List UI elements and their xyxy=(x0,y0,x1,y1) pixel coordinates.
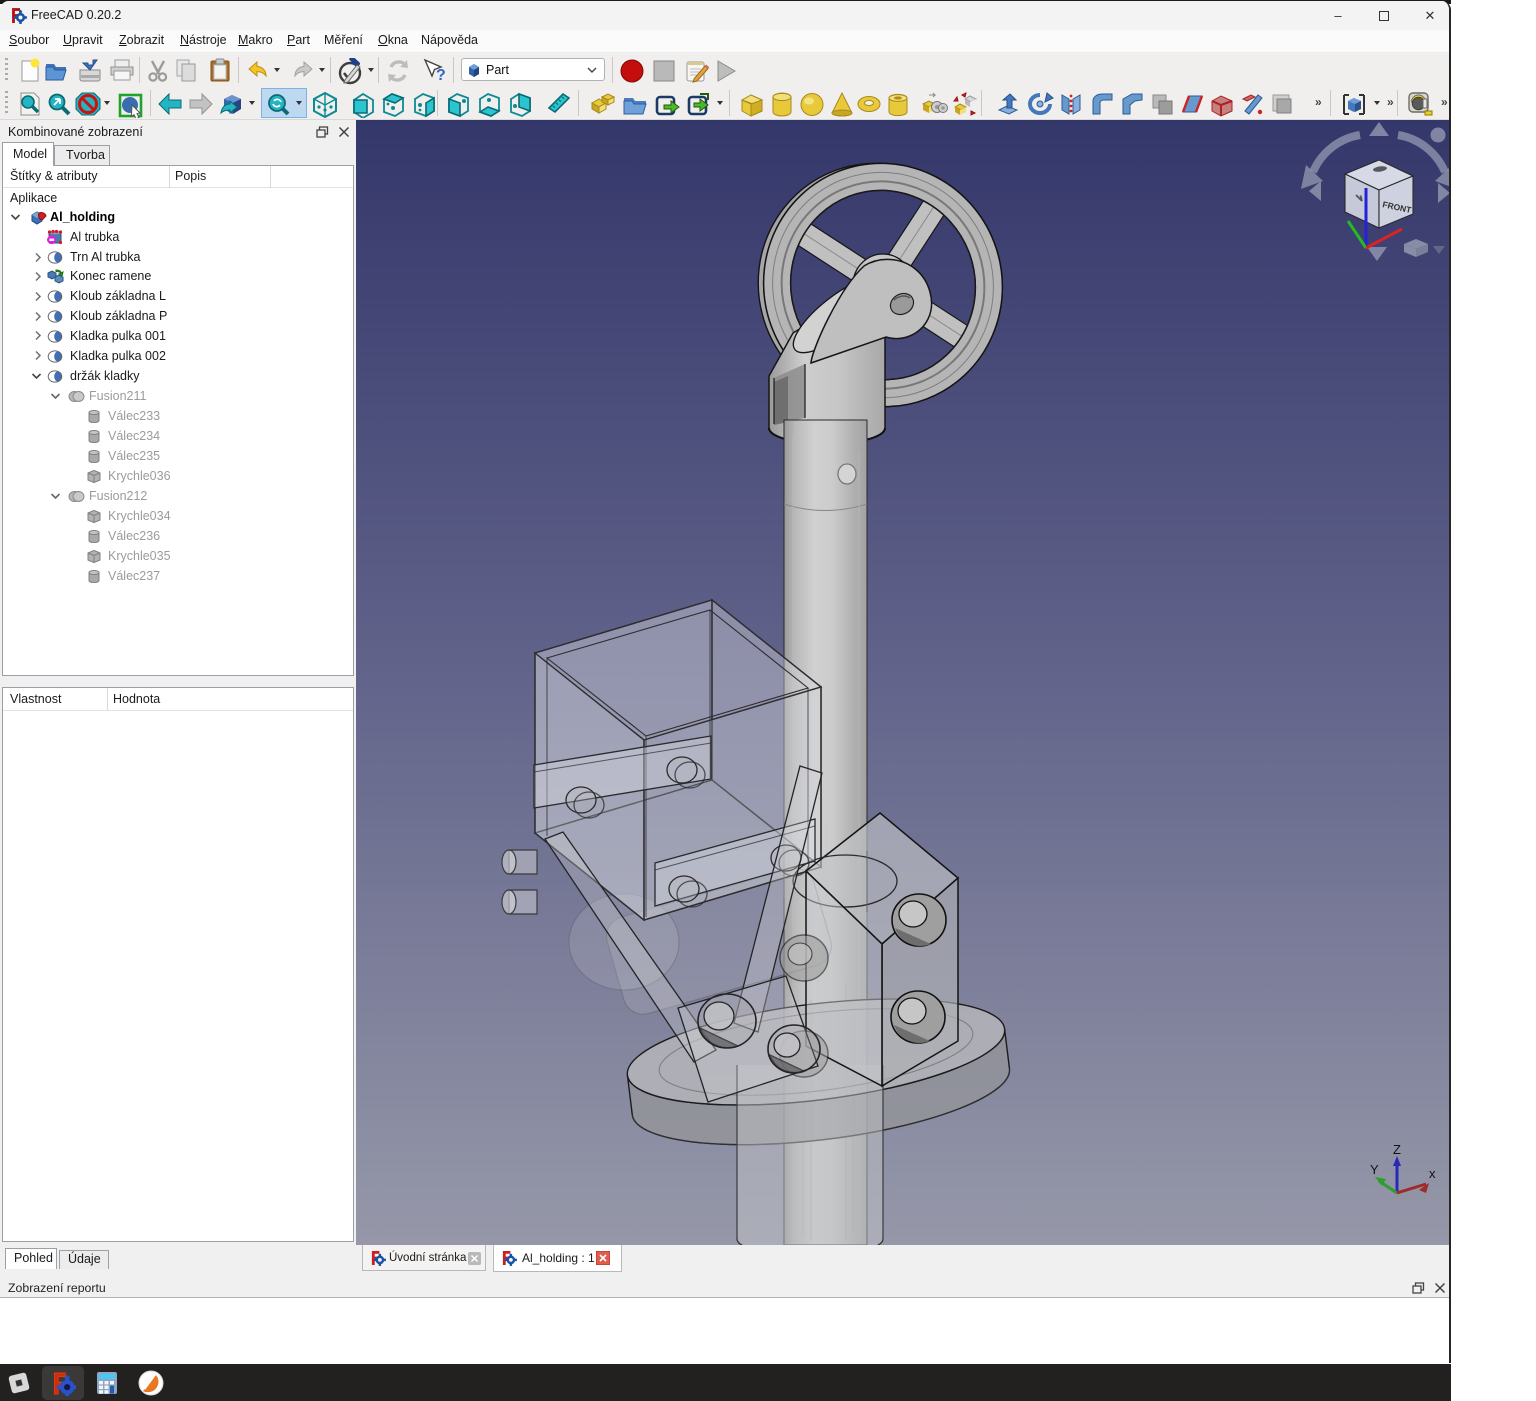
svg-text:Z: Z xyxy=(1393,1142,1401,1157)
svg-text:x: x xyxy=(1429,1166,1436,1181)
svg-text:?: ? xyxy=(436,67,446,84)
svg-text:Y: Y xyxy=(1370,1162,1379,1177)
